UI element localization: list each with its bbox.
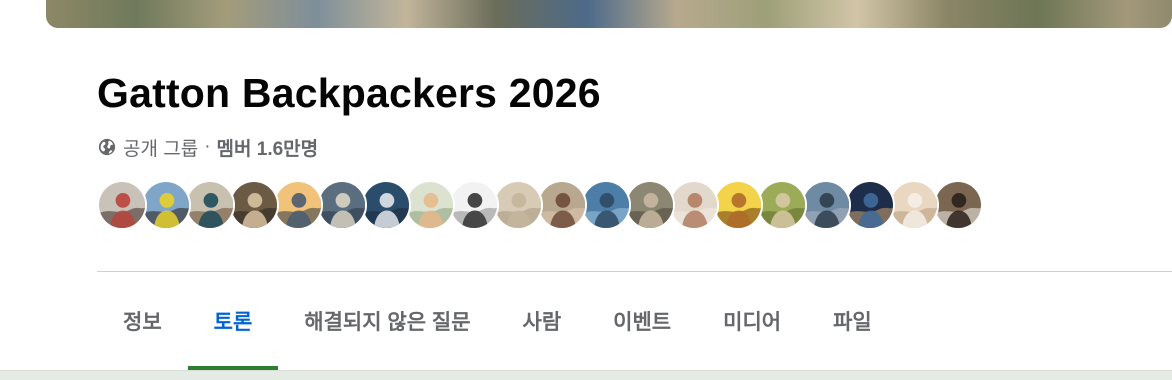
avatar[interactable] bbox=[757, 180, 807, 230]
privacy-label[interactable]: 공개 그룹 bbox=[123, 134, 198, 161]
member-avatars bbox=[97, 180, 983, 232]
tab-3[interactable]: 해결되지 않은 질문 bbox=[278, 272, 496, 370]
avatar[interactable] bbox=[229, 180, 279, 230]
content-area-edge bbox=[0, 370, 1172, 380]
avatar[interactable] bbox=[625, 180, 675, 230]
globe-icon bbox=[98, 138, 116, 156]
avatar[interactable] bbox=[581, 180, 631, 230]
cover-photo[interactable] bbox=[46, 0, 1172, 28]
member-count[interactable]: 멤버 1.6만명 bbox=[217, 134, 319, 161]
avatar[interactable] bbox=[713, 180, 763, 230]
tab-7[interactable]: 파일 bbox=[807, 272, 898, 370]
tab-2[interactable]: 토론 bbox=[187, 272, 279, 370]
avatar[interactable] bbox=[449, 180, 499, 230]
avatar[interactable] bbox=[141, 180, 191, 230]
group-tabs: 정보 토론 해결되지 않은 질문 사람 이벤트 미디어 파일 bbox=[97, 272, 898, 370]
tab-6[interactable]: 미디어 bbox=[697, 272, 807, 370]
avatar[interactable] bbox=[493, 180, 543, 230]
avatar[interactable] bbox=[273, 180, 323, 230]
tab-4[interactable]: 사람 bbox=[497, 272, 588, 370]
meta-separator: · bbox=[204, 136, 211, 157]
avatar[interactable] bbox=[933, 180, 983, 230]
tab-5[interactable]: 이벤트 bbox=[587, 272, 697, 370]
avatar[interactable] bbox=[317, 180, 367, 230]
group-meta: 공개 그룹 · 멤버 1.6만명 bbox=[98, 134, 319, 161]
avatar[interactable] bbox=[801, 180, 851, 230]
avatar[interactable] bbox=[669, 180, 719, 230]
avatar[interactable] bbox=[405, 180, 455, 230]
avatar[interactable] bbox=[97, 180, 147, 230]
avatar[interactable] bbox=[889, 180, 939, 230]
avatar[interactable] bbox=[185, 180, 235, 230]
avatar[interactable] bbox=[845, 180, 895, 230]
group-page: Gatton Backpackers 2026 공개 그룹 · 멤버 1.6만명… bbox=[0, 0, 1172, 380]
avatar[interactable] bbox=[537, 180, 587, 230]
avatar[interactable] bbox=[361, 180, 411, 230]
group-title: Gatton Backpackers 2026 bbox=[97, 70, 601, 116]
tab-1[interactable]: 정보 bbox=[97, 272, 188, 370]
